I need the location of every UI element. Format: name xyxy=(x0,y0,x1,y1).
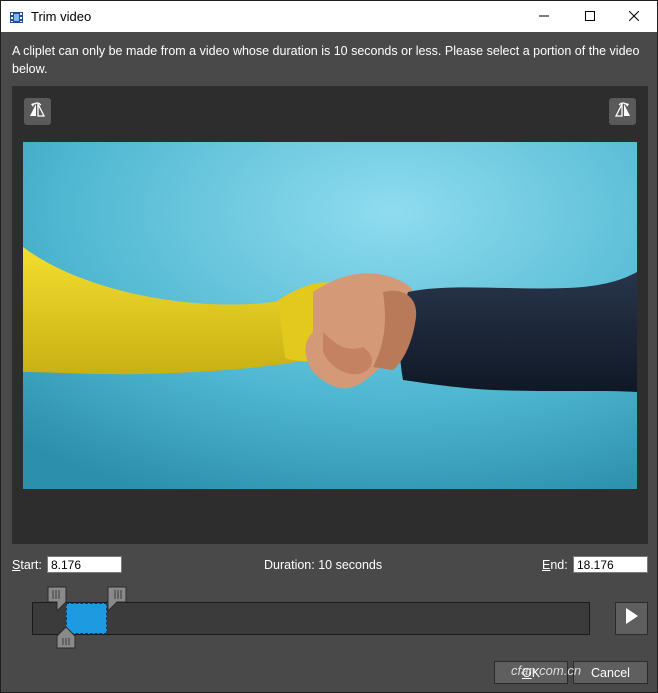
start-time-field[interactable]: 8.176 xyxy=(47,556,122,573)
rotate-left-icon xyxy=(28,101,47,123)
close-button[interactable] xyxy=(611,1,657,32)
play-button[interactable] xyxy=(615,602,648,635)
film-icon xyxy=(10,10,23,23)
playhead-handle[interactable] xyxy=(56,626,76,654)
trim-video-dialog: Trim video A cliplet can only be made fr… xyxy=(0,0,658,693)
duration-label: Duration: 10 seconds xyxy=(264,558,383,572)
video-preview-panel xyxy=(12,86,648,544)
play-icon xyxy=(625,607,639,630)
rotate-left-button[interactable] xyxy=(24,98,51,125)
watermark: cfan.com.cn xyxy=(511,663,582,678)
title-bar[interactable]: Trim video xyxy=(1,1,657,32)
end-label: End: xyxy=(542,558,568,572)
start-trim-handle[interactable] xyxy=(47,586,67,617)
minimize-button[interactable] xyxy=(521,1,567,32)
end-trim-handle[interactable] xyxy=(107,586,127,617)
video-frame xyxy=(23,142,637,489)
maximize-icon xyxy=(585,8,595,26)
cancel-button[interactable]: Cancel xyxy=(573,661,648,684)
close-icon xyxy=(628,8,640,26)
window-title: Trim video xyxy=(31,9,92,24)
rotate-right-icon xyxy=(613,101,632,123)
minimize-icon xyxy=(539,8,549,26)
maximize-button[interactable] xyxy=(567,1,613,32)
rotate-right-button[interactable] xyxy=(609,98,636,125)
instruction-text: A cliplet can only be made from a video … xyxy=(12,44,640,76)
start-label: Start: xyxy=(12,558,42,572)
end-time-field[interactable]: 18.176 xyxy=(573,556,648,573)
